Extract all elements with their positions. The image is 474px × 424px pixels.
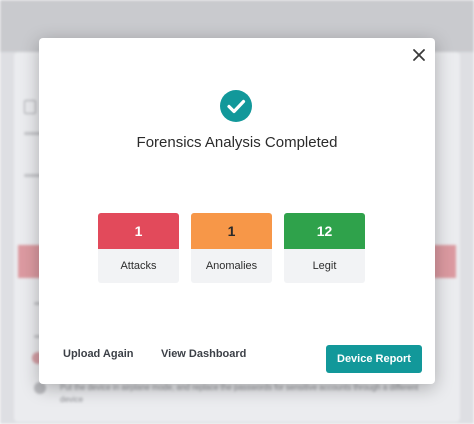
- stat-card-attacks[interactable]: 1 Attacks: [98, 213, 179, 283]
- modal-title: Forensics Analysis Completed: [136, 134, 338, 151]
- stat-label: Anomalies: [205, 260, 258, 272]
- analysis-complete-modal: Forensics Analysis Completed 1 Attacks 1…: [39, 38, 435, 384]
- upload-again-button[interactable]: Upload Again: [63, 348, 133, 360]
- check-circle-icon: [220, 90, 252, 122]
- stat-label: Attacks: [120, 260, 157, 272]
- stat-label: Legit: [312, 260, 337, 272]
- close-button[interactable]: [407, 43, 431, 67]
- background-instruction-text-2: device: [60, 395, 84, 404]
- stat-card-legit[interactable]: 12 Legit: [284, 213, 365, 283]
- close-icon: [413, 49, 425, 61]
- stat-value: 1: [191, 213, 272, 249]
- device-report-button[interactable]: Device Report: [326, 345, 422, 373]
- stat-value: 1: [98, 213, 179, 249]
- stat-value: 12: [284, 213, 365, 249]
- view-dashboard-button[interactable]: View Dashboard: [161, 348, 246, 360]
- stat-card-anomalies[interactable]: 1 Anomalies: [191, 213, 272, 283]
- background-instruction-text: Put the device in airplane mode, and rep…: [60, 383, 419, 392]
- background-checkbox: [24, 100, 36, 114]
